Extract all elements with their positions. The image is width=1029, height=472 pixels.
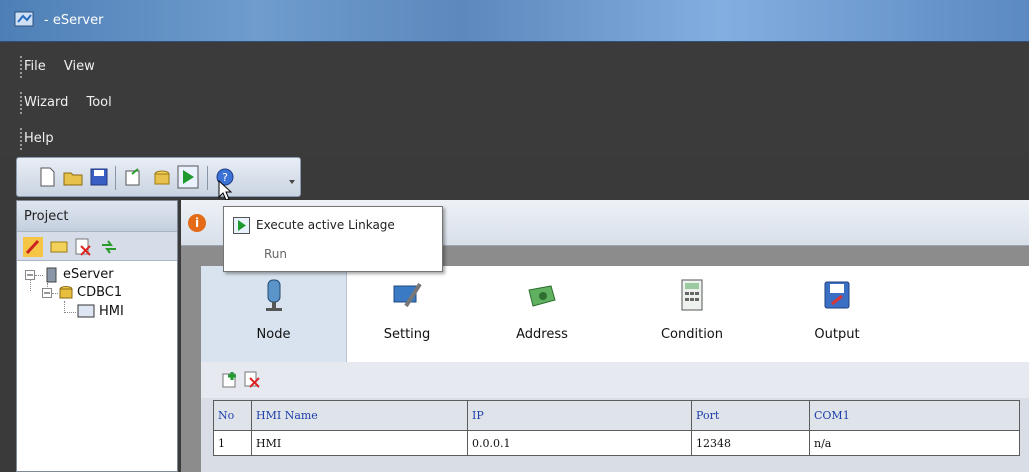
grip-handle: [20, 92, 22, 114]
grid-toolbar: [201, 362, 1029, 398]
delete-icon[interactable]: [73, 237, 93, 257]
tab-node[interactable]: Node: [201, 266, 347, 362]
project-panel: Project eServer CDBC1 HMI: [16, 200, 178, 472]
save-icon[interactable]: [89, 166, 109, 188]
execute-icon[interactable]: [177, 165, 199, 189]
project-toolbar: [17, 231, 177, 261]
table-header-row: No HMI Name IP Port COM1: [213, 400, 1020, 431]
menu-tool[interactable]: Tool: [86, 95, 111, 110]
add-row-icon[interactable]: [221, 370, 239, 388]
tab-output[interactable]: Output: [767, 266, 907, 362]
condition-icon: [681, 279, 703, 311]
column-header-port[interactable]: Port: [691, 400, 810, 431]
mouse-cursor-icon: [218, 180, 233, 201]
toolbar-separator: [207, 166, 208, 190]
refresh-icon[interactable]: [99, 237, 119, 257]
export-icon[interactable]: [123, 166, 143, 188]
project-header: Project: [17, 201, 177, 231]
table-cell[interactable]: 0.0.0.1: [467, 430, 692, 456]
connect-icon[interactable]: [23, 237, 43, 257]
table-cell[interactable]: 1: [213, 430, 252, 456]
output-icon: [824, 281, 850, 309]
tab-label: Condition: [660, 327, 724, 342]
tooltip-title: Execute active Linkage: [256, 218, 395, 232]
execute-tooltip: Execute active Linkage Run: [223, 206, 443, 272]
tab-setting[interactable]: Setting: [347, 266, 467, 362]
menu-help[interactable]: Help: [24, 131, 54, 146]
tree-node-hmi[interactable]: HMI: [99, 304, 124, 319]
tree-node-cdbc1[interactable]: CDBC1: [77, 285, 122, 300]
grip-handle: [20, 56, 22, 78]
delete-row-icon[interactable]: [243, 370, 261, 388]
menu-view[interactable]: View: [64, 59, 95, 74]
table-cell[interactable]: 12348: [691, 430, 810, 456]
column-header-hmi-name[interactable]: HMI Name: [251, 400, 468, 431]
table-row[interactable]: 1 HMI 0.0.0.1 12348 n/a: [213, 430, 1020, 456]
tab-label: Node: [256, 327, 291, 342]
toolbar-overflow-icon[interactable]: [287, 176, 297, 188]
column-header-no[interactable]: No: [213, 400, 252, 431]
table-cell[interactable]: n/a: [809, 430, 1020, 456]
open-folder-icon[interactable]: [63, 166, 83, 188]
menu-bar: File View Wizard Tool Help: [0, 42, 1029, 157]
tab-condition[interactable]: Condition: [617, 266, 767, 362]
tab-label: Address: [516, 327, 568, 342]
tab-address[interactable]: Address: [467, 266, 617, 362]
address-icon: [528, 285, 556, 307]
app-icon: [14, 11, 34, 27]
collapse-icon[interactable]: [42, 288, 52, 298]
table-cell[interactable]: HMI: [251, 430, 468, 456]
window-title: - eServer: [44, 13, 104, 28]
execute-icon: [233, 217, 250, 234]
setting-icon: [393, 282, 422, 308]
info-icon: i: [188, 214, 206, 232]
content-panel: Node Setting Address Condition Output No…: [201, 266, 1029, 472]
collapse-icon[interactable]: [25, 270, 35, 280]
tree-node-eserver[interactable]: eServer: [63, 267, 114, 282]
wizard-icon[interactable]: [152, 166, 172, 188]
database-icon: [59, 286, 73, 299]
grip-handle: [20, 128, 22, 150]
column-header-com1[interactable]: COM1: [809, 400, 1020, 431]
tab-strip: Node Setting Address Condition Output: [201, 266, 1029, 362]
server-icon: [46, 267, 57, 283]
node-table: No HMI Name IP Port COM1 1 HMI 0.0.0.1 1…: [213, 400, 1020, 456]
new-file-icon[interactable]: [37, 166, 57, 188]
tooltip-subtitle: Run: [264, 247, 288, 261]
title-bar: - eServer: [0, 0, 1029, 42]
hmi-icon: [77, 304, 95, 318]
node-icon: [265, 279, 282, 311]
main-toolbar: ?: [16, 157, 301, 197]
menu-file[interactable]: File: [24, 59, 46, 74]
tab-label: Output: [814, 327, 860, 342]
toolbar-separator: [115, 166, 116, 190]
tab-label: Setting: [383, 327, 431, 342]
rename-icon[interactable]: [49, 237, 69, 257]
column-header-ip[interactable]: IP: [467, 400, 692, 431]
menu-wizard[interactable]: Wizard: [24, 95, 68, 110]
